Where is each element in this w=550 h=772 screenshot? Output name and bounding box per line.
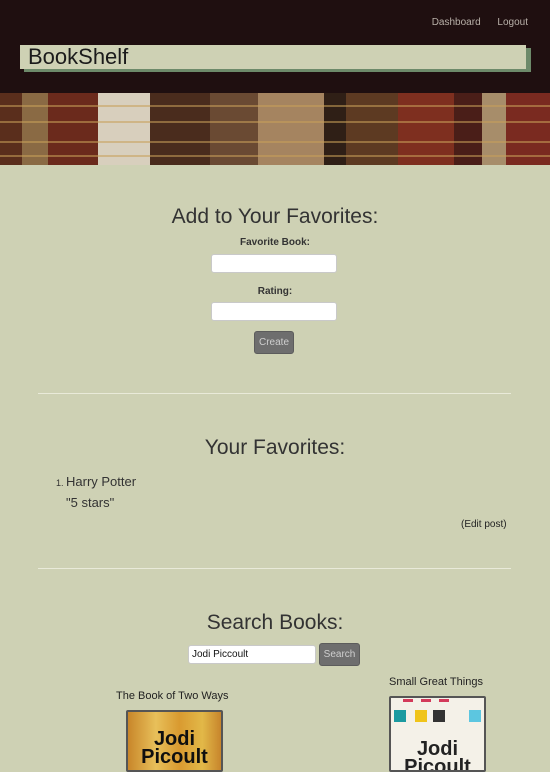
divider [38, 568, 511, 569]
search-heading: Search Books: [206, 611, 344, 634]
favorites-heading: Your Favorites: [204, 436, 346, 459]
book-cover-image[interactable]: Jodi Picoult [126, 710, 223, 772]
logout-link[interactable]: Logout [497, 17, 528, 28]
favorite-rating: "5 stars" [66, 495, 115, 510]
cover-author: Jodi Picoult [141, 728, 208, 768]
rating-label: Rating: [257, 286, 293, 297]
search-input[interactable]: Jodi Piccoult [188, 645, 316, 664]
result-title[interactable]: The Book of Two Ways [116, 690, 229, 702]
divider [38, 393, 511, 394]
header: Dashboard Logout BookShelf [0, 0, 550, 93]
top-nav: Dashboard Logout [418, 17, 528, 28]
dashboard-link[interactable]: Dashboard [432, 17, 481, 28]
favorite-title: Harry Potter [66, 474, 137, 489]
brand-logo[interactable]: BookShelf [20, 45, 526, 69]
list-item-number: 1. [56, 478, 64, 488]
cover-author: Jodi Picoult [404, 738, 471, 772]
book-cover-image[interactable]: Jodi Picoult [389, 696, 486, 772]
rating-input[interactable] [211, 302, 337, 321]
bookshelf-banner-image [0, 93, 550, 165]
result-title[interactable]: Small Great Things [389, 676, 483, 688]
search-button[interactable]: Search [319, 643, 360, 666]
favorite-book-input[interactable] [211, 254, 337, 273]
add-favorites-heading: Add to Your Favorites: [171, 205, 379, 228]
create-button[interactable]: Create [254, 331, 294, 354]
favorite-book-label: Favorite Book: [239, 237, 310, 248]
edit-post-link[interactable]: (Edit post) [461, 519, 507, 530]
